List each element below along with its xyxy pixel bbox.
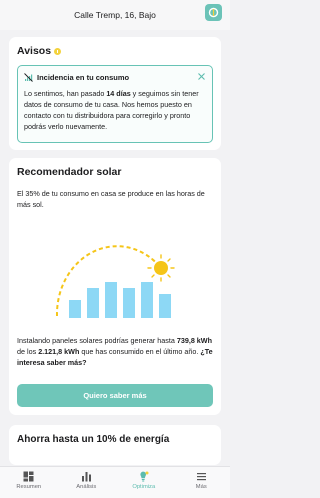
solar-text-after: que has consumido en el último año.	[79, 347, 201, 356]
alert-message: Lo sentimos, han pasado 14 días y seguim…	[24, 88, 210, 132]
incidence-alert: Incidencia en tu consumo Lo sentimos, ha…	[17, 65, 213, 143]
savings-title: Ahorra hasta un 10% de energía	[17, 434, 170, 445]
consumption-bar	[141, 282, 153, 318]
alert-header: Incidencia en tu consumo	[24, 73, 129, 82]
solar-savings-text: Instalando paneles solares podrías gener…	[17, 335, 217, 368]
close-icon[interactable]	[197, 72, 206, 81]
tab-optimiza[interactable]: Optimiza	[119, 467, 169, 498]
bottom-tab-bar: Resumen Análisis Optimiza Más	[0, 466, 230, 498]
consumption-bar	[87, 288, 99, 318]
avisos-title: Avisos	[17, 45, 62, 57]
alert-title: Incidencia en tu consumo	[37, 73, 130, 82]
solar-consumption-value: 2.121,8 kWh	[38, 347, 80, 356]
avisos-title-text: Avisos	[17, 45, 52, 57]
tab-label: Resumen	[16, 484, 42, 490]
solar-illustration	[55, 245, 175, 318]
consumption-bar	[123, 288, 135, 318]
bar-chart-icon	[81, 472, 91, 482]
leaf-icon	[208, 7, 219, 18]
alert-text-start: Lo sentimos, han pasado	[24, 89, 107, 98]
tab-label: Más	[195, 484, 207, 490]
lightbulb-icon	[140, 471, 149, 482]
tab-label: Análisis	[76, 484, 97, 490]
brand-logo[interactable]	[205, 4, 222, 21]
solar-recommender-card: Recomendador solar El 35% de tu consumo …	[9, 158, 221, 415]
solar-generation-value: 739,8 kWh	[176, 336, 212, 345]
info-icon[interactable]	[54, 47, 62, 55]
top-bar: Calle Tremp, 16, Bajo	[0, 0, 230, 30]
menu-icon	[196, 473, 206, 481]
solar-text-start: Instalando paneles solares podrías gener…	[17, 336, 177, 345]
consumption-bar	[105, 282, 117, 318]
no-signal-icon	[24, 73, 33, 82]
tab-label: Optimiza	[132, 484, 156, 490]
dashboard-icon	[23, 471, 34, 482]
alert-days: 14 días	[106, 89, 131, 98]
tab-resumen[interactable]: Resumen	[4, 467, 54, 498]
consumption-bar	[159, 294, 171, 318]
sun-icon	[147, 254, 175, 282]
address-title[interactable]: Calle Tremp, 16, Bajo	[74, 10, 156, 20]
tab-mas[interactable]: Más	[176, 467, 226, 498]
avisos-card: Avisos Incidencia en tu consumo Lo senti…	[9, 37, 221, 150]
solar-intro: El 35% de tu consumo en casa se produce …	[17, 189, 205, 209]
tab-analisis[interactable]: Análisis	[61, 467, 111, 498]
consumption-bars	[69, 282, 171, 318]
energy-savings-card[interactable]: Ahorra hasta un 10% de energía	[9, 425, 221, 465]
consumption-bar	[69, 300, 81, 318]
solar-title: Recomendador solar	[17, 166, 122, 178]
learn-more-button[interactable]: Quiero saber más	[17, 384, 213, 407]
solar-text-mid: de los	[17, 347, 39, 356]
